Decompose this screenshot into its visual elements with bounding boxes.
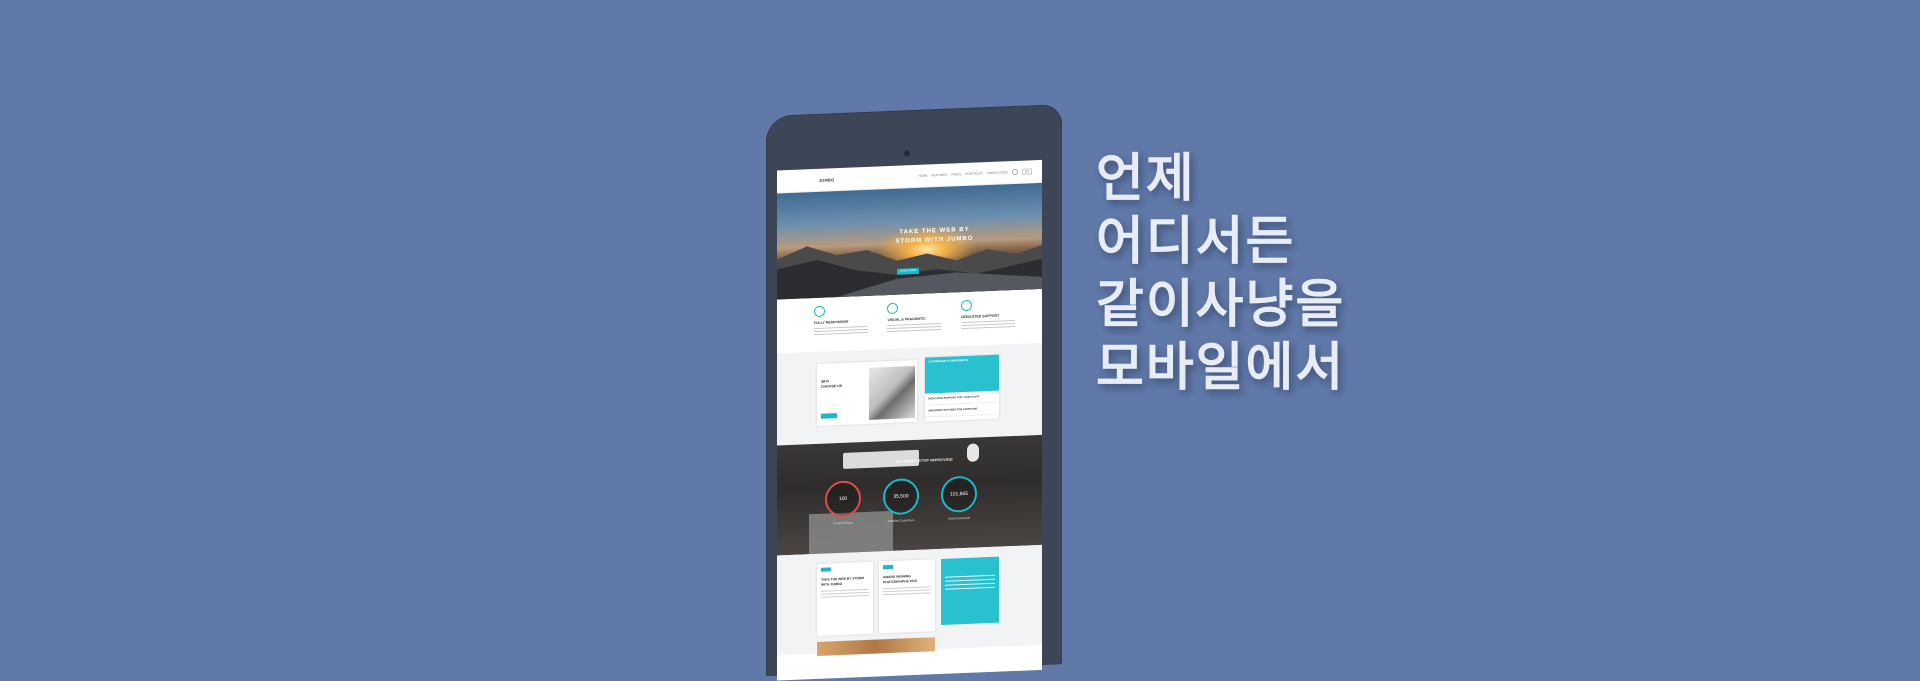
quote-card [941,556,999,625]
why-label: WHY CHOOSE US [821,379,842,390]
tablet-screen: JUMBO HOME FEATURES PAGES PORTFOLIO SHOR… [777,159,1042,681]
feature-item: FULLY RESPONSIVE [813,304,874,352]
nav-link-features: FEATURES [931,172,948,178]
hero-title-line2: STORM WITH JUMBO [895,235,974,245]
feature-title: FULLY RESPONSIVE [813,319,849,326]
stat-value: 100 [825,480,861,518]
stat-item: 35,500 Satisfied Customers [879,477,923,524]
post-title: AWARD WINNING PHOTOGRAPHS 2015 [883,574,918,584]
why-accordion: CUSTOMIZABLE COMPONENTS DEDICATED SUPPOR… [925,354,999,422]
tagline-line-4: 모바일에서 [1096,338,1346,398]
accordion-item-active: CUSTOMIZABLE COMPONENTS [925,354,999,394]
stat-value: 35,500 [883,477,919,516]
nav-link-pages: PAGES [951,172,962,177]
accordion-item: AWESOME FEATURES FOR EVERYONE [925,402,999,418]
why-section: WHY CHOOSE US CUSTOMIZABLE COMPONENTS DE… [777,342,1042,446]
stat-item: 100 Content Pages [821,480,865,526]
tagline-line-2: 어디서든 [1096,212,1296,272]
blog-section: TAKE THE WEB BY STORM WITH JUMBO AWARD W… [777,544,1042,656]
tablet-device: JUMBO HOME FEATURES PAGES PORTFOLIO SHOR… [766,104,1062,681]
hero-title-line1: TAKE THE WEB BY [899,226,970,236]
nav-link-shortcodes: SHORTCODES [986,170,1008,176]
refresh-icon [887,302,899,315]
feature-title: DEDICATED SUPPORT [961,313,1000,320]
stats-section: WE NEVER STOP IMPROVING 100 Content Page… [777,434,1042,556]
blog-post: AWARD WINNING PHOTOGRAPHS 2015 [879,559,935,634]
post-tag [821,567,831,572]
why-label-line2: CHOOSE US [821,383,843,389]
lightbulb-icon [961,299,973,312]
nav-link-portfolio: PORTFOLIO [965,171,983,176]
tagline-line-1: 언제 [1096,149,1196,209]
site-logo: JUMBO [819,176,835,183]
why-button [821,413,837,419]
desk-photo [869,366,915,420]
tagline-line-3: 같이사냥을 [1096,275,1346,335]
feature-item: VISUAL & PRAGMATIC [887,301,947,349]
blog-post: TAKE THE WEB BY STORM WITH JUMBO [817,561,873,636]
hero-button: LEARN MORE [897,267,919,275]
stat-value: 101,865 [941,475,977,513]
feature-title: VISUAL & PRAGMATIC [887,316,926,323]
monitor-icon [813,305,825,318]
stat-label: Satisfied Customers [887,518,915,524]
nav-links: HOME FEATURES PAGES PORTFOLIO SHORTCODES… [919,168,1032,179]
why-card: WHY CHOOSE US [817,359,917,426]
why-label-line1: WHY [821,379,830,384]
nav-link-home: HOME [918,173,928,178]
stat-label: Total Downloads [947,515,970,521]
language-selector: EN [1021,168,1032,175]
tagline: 언제 어디서든 같이사냥을 모바일에서 [1096,148,1345,400]
feature-item: DEDICATED SUPPORT [961,298,1021,346]
post-tag [883,564,893,570]
search-icon [1011,168,1018,176]
wood-photo [817,637,935,656]
hero-banner: TAKE THE WEB BY STORM WITH JUMBO LEARN M… [777,182,1042,300]
camera-icon [904,150,910,157]
stat-item: 101,865 Total Downloads [937,475,981,521]
post-title: TAKE THE WEB BY STORM WITH JUMBO [821,576,865,587]
